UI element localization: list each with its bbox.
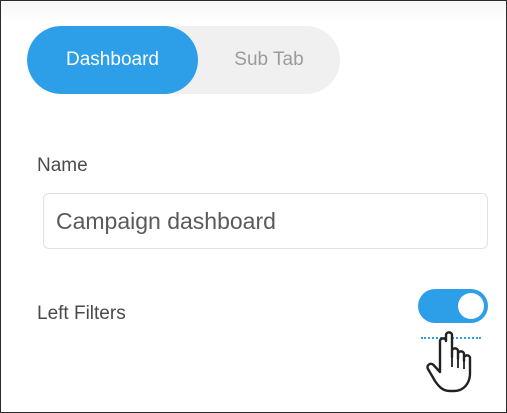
tab-dashboard-label: Dashboard [66,49,159,70]
name-input[interactable] [43,193,488,249]
name-label: Name [37,155,88,176]
hand-pointer-icon [426,331,472,393]
left-filters-label: Left Filters [37,303,126,324]
tab-dashboard[interactable]: Dashboard [27,26,198,94]
tab-sub-tab-label: Sub Tab [234,49,304,70]
tab-switcher: Dashboard Sub Tab [27,26,340,94]
tab-sub-tab[interactable]: Sub Tab [198,26,340,94]
panel-top-strip [1,1,506,23]
settings-panel: Dashboard Sub Tab Name Left Filters [0,0,507,413]
toggle-knob [458,293,484,319]
left-filters-toggle[interactable] [418,289,488,323]
